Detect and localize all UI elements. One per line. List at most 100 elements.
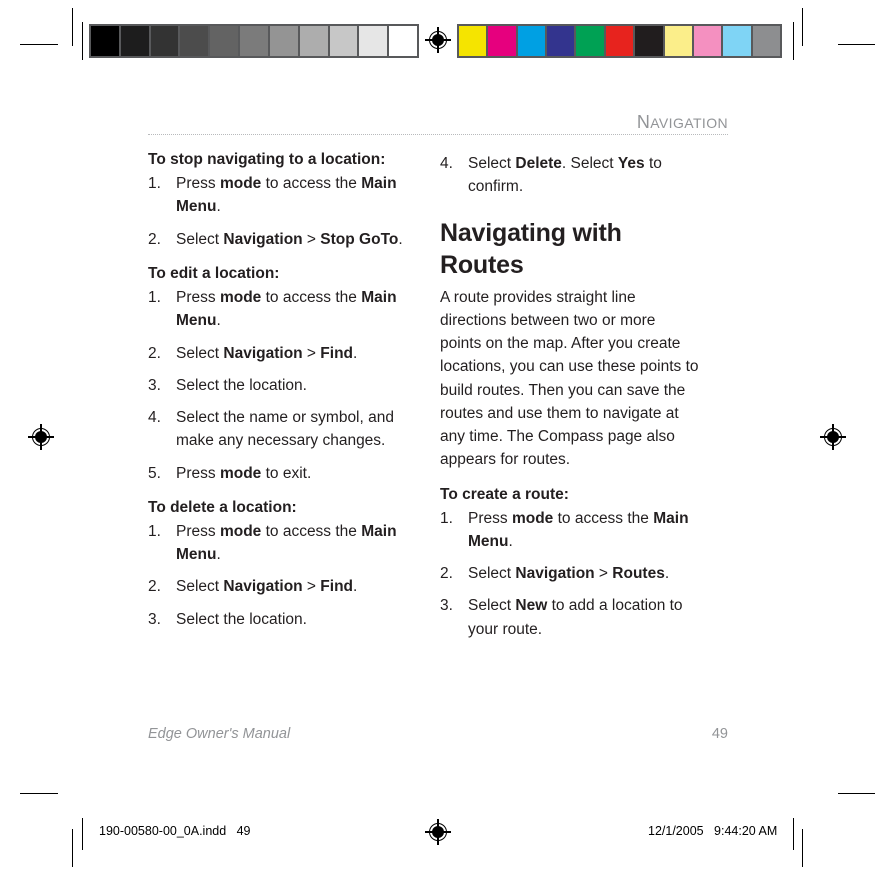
procedure-step: 2. Select Navigation > Stop GoTo. (148, 228, 408, 251)
slug-filename: 190-00580-00_0A.indd 49 (99, 824, 251, 838)
step-number: 5. (148, 464, 161, 482)
step-text: . Select (561, 155, 618, 172)
step-text: > (302, 230, 321, 248)
step-text: Select (468, 155, 516, 172)
emphasis-term: mode (219, 522, 262, 540)
procedure-step-list: 1. Press mode to access the Main Menu. 2. S… (148, 520, 408, 631)
emphasis-term: mode (219, 175, 262, 193)
step-number: 3. (148, 376, 161, 394)
subhead-right-0: To create a route: (440, 485, 569, 503)
step-text: . (508, 532, 513, 550)
step-text: > (302, 578, 321, 596)
step-text: . (216, 198, 221, 216)
body-paragraph: A route provides straight line direction… (440, 288, 699, 469)
emphasis-term: Navigation (223, 344, 303, 362)
procedure-step: 2. Select Navigation > Find. (148, 575, 408, 598)
grayscale-patch-8 (329, 26, 358, 56)
subhead-left-1: To edit a location: (148, 264, 280, 282)
step-text: Select (468, 597, 516, 615)
crop-mark-bottom-right-horizontal (838, 793, 875, 795)
color-patch-6 (635, 26, 663, 56)
emphasis-term: Routes (612, 565, 665, 583)
step-text: to exit. (261, 464, 312, 482)
step-text: Select the location. (176, 610, 307, 628)
emphasis-term: Navigation (515, 565, 595, 583)
emphasis-term: Find (320, 578, 354, 596)
registration-target-icon-right (820, 424, 846, 450)
step-text: Press (176, 175, 220, 193)
step-text: Select (176, 230, 224, 248)
procedure-step-list: 1. Press mode to access the Main Menu. 2. S… (440, 507, 700, 641)
emphasis-term: mode (511, 509, 554, 527)
grayscale-patch-2 (150, 26, 179, 56)
section-title: Navigating with Routes (440, 218, 622, 280)
color-patch-7 (664, 26, 692, 56)
procedure-step: 3. Select New to add a location to your r… (440, 594, 700, 641)
procedure-step: 1. Press mode to access the Main Menu. (148, 520, 408, 567)
emphasis-term: Yes (617, 155, 645, 172)
grayscale-calibration-bar (89, 24, 419, 58)
two-column-layout: To stop navigating to a location: 1. Press… (148, 150, 728, 641)
procedure-step-list: 4. Select Delete. Select Yes to confirm. (440, 152, 700, 199)
grayscale-patch-1 (120, 26, 149, 56)
running-head-initial: N (636, 112, 651, 132)
footer-page-number: 49 (711, 726, 728, 742)
procedure-step-list: 1. Press mode to access the Main Menu. 2. S… (148, 172, 408, 251)
step-text: Press (176, 289, 220, 307)
step-text: Select (468, 565, 516, 583)
page-footer: Edge Owner's Manual 49 (148, 726, 728, 742)
grayscale-patch-4 (210, 26, 239, 56)
header-rule (148, 134, 728, 136)
step-text: > (594, 565, 613, 583)
step-number: 2. (148, 578, 161, 596)
emphasis-term: mode (219, 464, 262, 482)
grayscale-patch-3 (180, 26, 209, 56)
color-patch-10 (752, 26, 780, 56)
step-text: Select (176, 578, 224, 596)
grayscale-patch-0 (91, 26, 119, 56)
color-patch-9 (723, 26, 751, 56)
step-number: 4. (440, 155, 453, 172)
step-number: 1. (148, 289, 161, 307)
grayscale-patch-10 (389, 26, 417, 56)
registration-target-icon-top (425, 27, 451, 53)
procedure-step: 2. Select Navigation > Routes. (440, 562, 700, 585)
color-patch-1 (488, 26, 516, 56)
procedure-step-list: 1. Press mode to access the Main Menu. 2. S… (148, 286, 408, 485)
procedure-step: 2. Select Navigation > Find. (148, 342, 408, 365)
slug-timestamp: 12/1/2005 9:44:20 AM (648, 824, 778, 838)
imposition-slug: 190-00580-00_0A.indd 49 12/1/2005 9:44:2… (0, 824, 875, 844)
grayscale-patch-7 (299, 26, 328, 56)
step-text: Select the location. (176, 376, 307, 394)
step-number: 2. (148, 344, 161, 362)
color-patch-4 (576, 26, 604, 56)
step-number: 1. (440, 509, 453, 527)
step-number: 4. (148, 409, 161, 427)
step-text: to access the (261, 289, 362, 307)
crop-mark-bottom-left-horizontal (20, 793, 58, 795)
step-number: 2. (440, 565, 453, 583)
running-head-rest: AVIGATION (650, 115, 728, 131)
emphasis-term: Delete (515, 155, 562, 172)
left-text-column: To stop navigating to a location: 1. Press… (148, 150, 408, 641)
procedure-step: 1. Press mode to access the Main Menu. (148, 286, 408, 333)
step-number: 1. (148, 175, 161, 193)
color-patch-0 (459, 26, 487, 56)
color-patch-3 (547, 26, 575, 56)
step-text: . (216, 312, 221, 330)
step-number: 3. (148, 610, 161, 628)
emphasis-term: Navigation (223, 578, 303, 596)
step-number: 2. (148, 230, 161, 248)
step-text: Select (176, 344, 224, 362)
grayscale-patch-5 (240, 26, 268, 56)
color-patch-8 (693, 26, 722, 56)
step-text: . (398, 230, 403, 248)
procedure-step: 4. Select the name or symbol, and make an… (148, 406, 408, 453)
emphasis-term: Navigation (223, 230, 303, 248)
registration-target-icon-left (28, 424, 54, 450)
page-content: NAVIGATION To stop navigating to a locat… (148, 112, 728, 641)
right-text-column: 4. Select Delete. Select Yes to confirm. N… (440, 150, 700, 641)
procedure-step: 3. Select the location. (148, 374, 408, 397)
step-number: 3. (440, 597, 453, 615)
color-patch-2 (517, 26, 546, 56)
